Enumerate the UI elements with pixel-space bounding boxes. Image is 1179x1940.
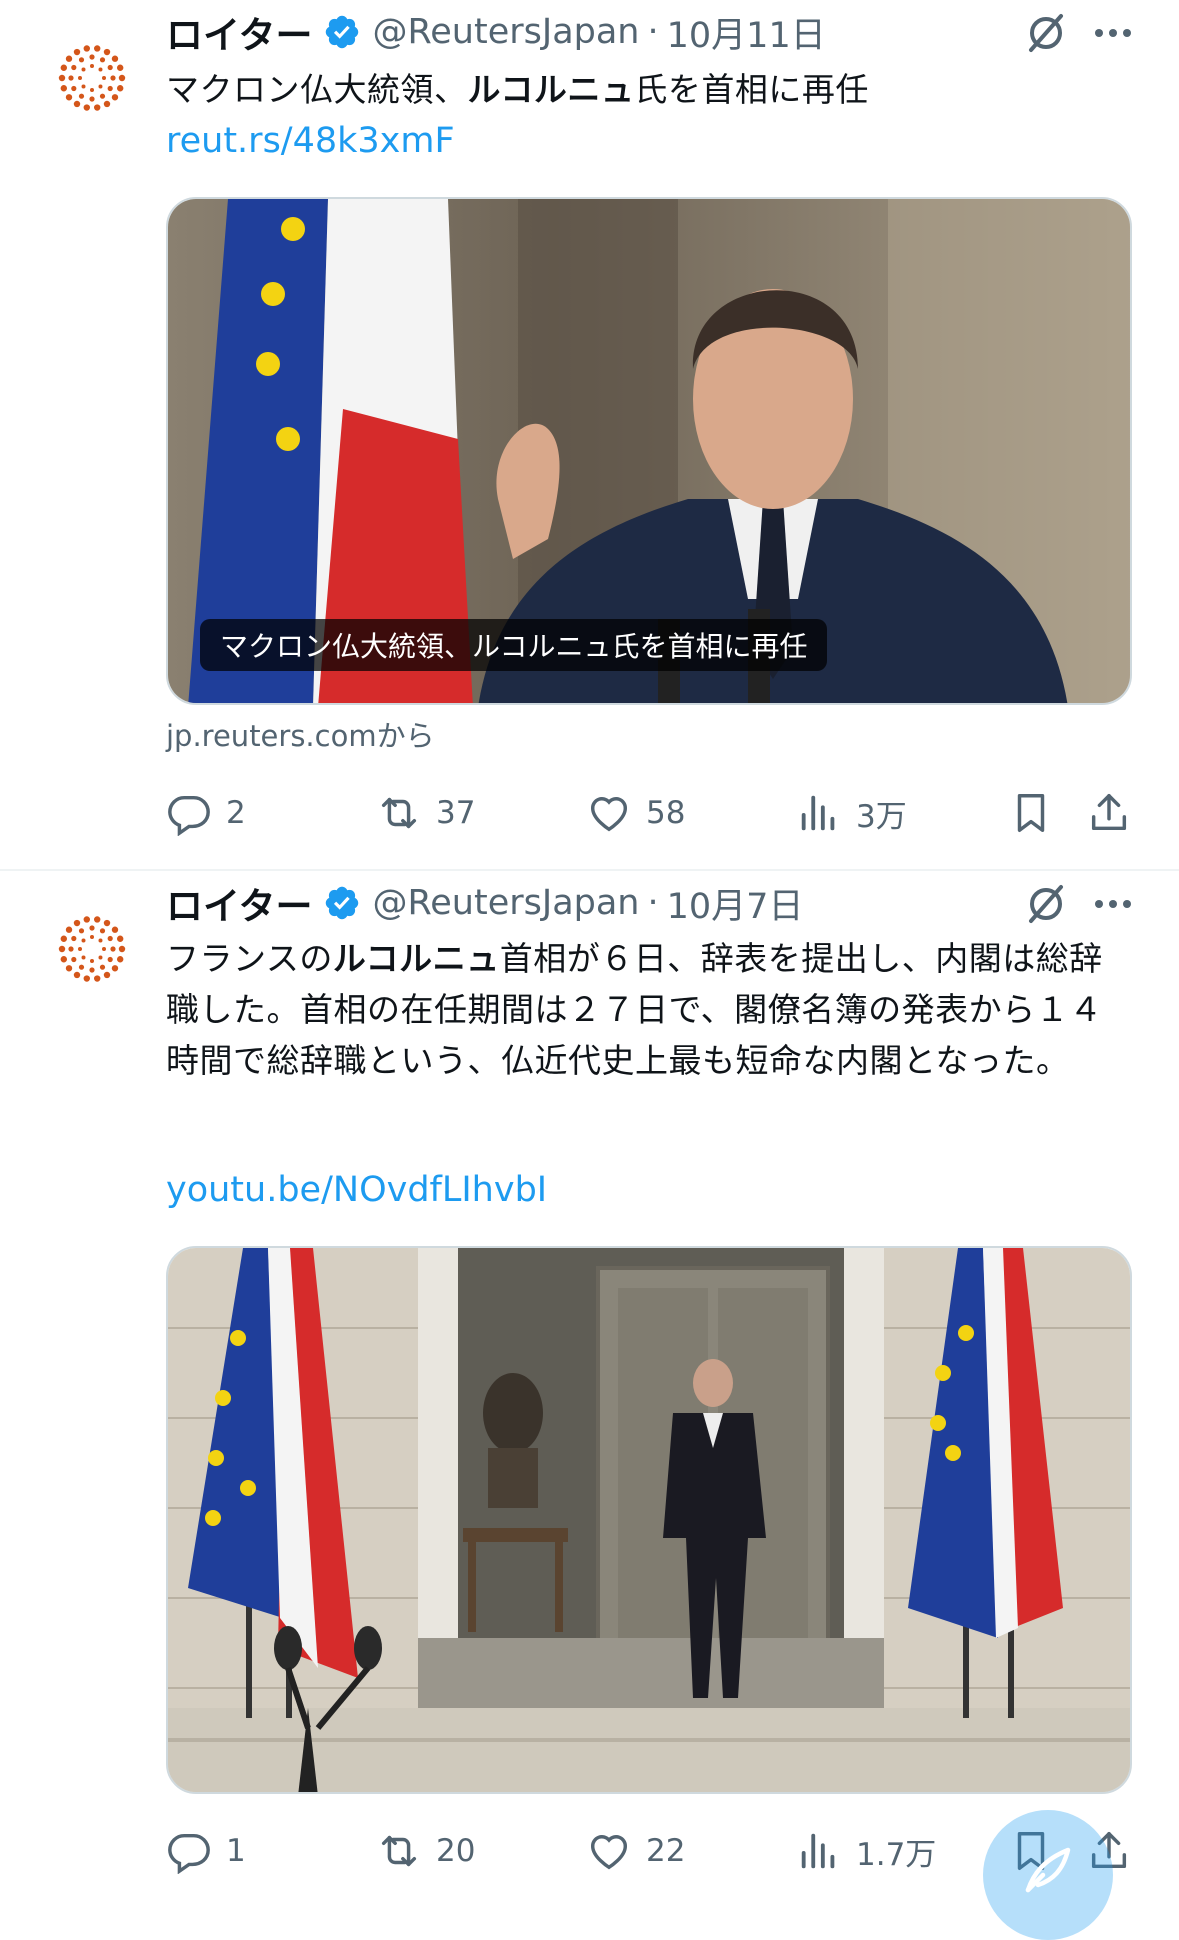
compose-button[interactable] <box>983 1810 1113 1940</box>
tweet-header: ロイター @ReutersJapan · 10月11日 <box>166 4 826 60</box>
repost-icon <box>381 1835 417 1867</box>
text-segment: フランスの <box>166 939 333 978</box>
doorway-photo <box>168 1248 1130 1792</box>
text-segment: マクロン仏大統領、 <box>166 70 468 109</box>
link-card-image[interactable]: マクロン仏大統領、ルコルニュ氏を首相に再任 <box>166 197 1132 705</box>
repost-button[interactable]: 37 <box>376 783 475 843</box>
repost-count: 37 <box>436 795 476 831</box>
heart-icon <box>590 1835 628 1870</box>
views-icon <box>801 795 835 831</box>
separator: · <box>647 12 659 52</box>
separator: · <box>647 883 659 923</box>
reuters-logo <box>58 45 126 111</box>
more-icon[interactable] <box>1088 879 1138 929</box>
text-bold: ルコルニュ <box>467 70 635 109</box>
like-count: 22 <box>646 1833 686 1869</box>
like-button[interactable]: 58 <box>586 783 685 843</box>
bookmark-icon <box>1017 794 1045 832</box>
tweet-link[interactable]: youtu.be/NOvdfLIhvbI <box>166 1165 547 1215</box>
tweet-link[interactable]: reut.rs/48k3xmF <box>166 116 455 166</box>
reuters-logo <box>58 916 126 982</box>
verified-badge-icon <box>323 13 361 51</box>
share-icon <box>1091 794 1127 831</box>
tweet-date[interactable]: 10月11日 <box>667 7 826 58</box>
share-button[interactable] <box>1086 783 1132 843</box>
like-button[interactable]: 22 <box>586 1821 685 1881</box>
author-name[interactable]: ロイター <box>166 876 313 930</box>
views-button[interactable]: 1.7万 <box>796 1821 936 1881</box>
author-name[interactable]: ロイター <box>166 5 313 59</box>
verified-badge-icon <box>323 884 361 922</box>
tweet-text: マクロン仏大統領、ルコルニュ氏を首相に再任 <box>166 64 1136 115</box>
bookmark-button[interactable] <box>1008 783 1054 843</box>
card-source[interactable]: jp.reuters.comから <box>166 713 435 755</box>
reply-count: 1 <box>226 1833 246 1869</box>
reply-button[interactable]: 2 <box>166 783 246 843</box>
compose-icon <box>1025 1847 1071 1893</box>
reply-count: 2 <box>226 795 246 831</box>
action-bar: 2 37 58 3万 <box>166 783 1138 843</box>
reply-icon <box>168 1833 210 1874</box>
video-thumbnail[interactable] <box>166 1246 1132 1794</box>
tweet-date[interactable]: 10月7日 <box>667 878 804 929</box>
repost-icon <box>381 797 417 829</box>
author-handle[interactable]: @ReutersJapan <box>373 883 640 923</box>
tweet[interactable]: ロイター @ReutersJapan · 10月11日 マクロン仏大統領、ルコル… <box>0 0 1179 870</box>
text-bold: ルコルニュ <box>332 939 500 978</box>
card-caption: マクロン仏大統領、ルコルニュ氏を首相に再任 <box>200 619 828 671</box>
heart-icon <box>590 797 628 832</box>
author-handle[interactable]: @ReutersJapan <box>373 12 640 52</box>
views-button[interactable]: 3万 <box>796 783 907 843</box>
more-icon[interactable] <box>1088 8 1138 58</box>
view-count: 3万 <box>856 798 907 835</box>
tweet-text: フランスのルコルニュ首相が６日、辞表を提出し、内閣は総辞職した。首相の在任期間は… <box>166 933 1136 1086</box>
tweet[interactable]: ロイター @ReutersJapan · 10月7日 フランスのルコルニュ首相が… <box>0 873 1179 1900</box>
reply-button[interactable]: 1 <box>166 1821 246 1881</box>
text-segment: 氏を首相に再任 <box>634 70 869 109</box>
reuters-avatar[interactable] <box>52 38 132 118</box>
grok-icon[interactable] <box>1021 879 1071 929</box>
tweet-header: ロイター @ReutersJapan · 10月7日 <box>166 875 803 931</box>
grok-icon[interactable] <box>1021 8 1071 58</box>
repost-count: 20 <box>436 1833 476 1869</box>
reuters-avatar[interactable] <box>52 909 132 989</box>
reply-icon <box>168 795 210 836</box>
views-icon <box>801 1833 835 1869</box>
repost-button[interactable]: 20 <box>376 1821 475 1881</box>
tweet-divider <box>0 869 1179 871</box>
view-count: 1.7万 <box>856 1836 937 1873</box>
like-count: 58 <box>646 795 686 831</box>
